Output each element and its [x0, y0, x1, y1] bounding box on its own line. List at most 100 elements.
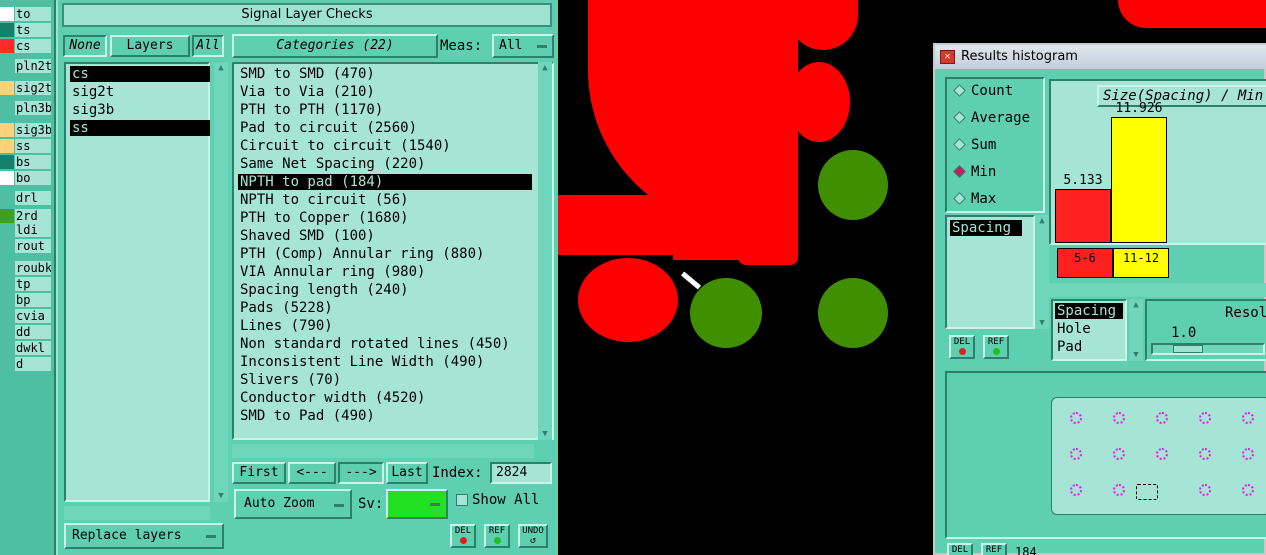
category-item[interactable]: PTH (Comp) Annular ring (880) [238, 246, 532, 262]
category-item[interactable]: Slivers (70) [238, 372, 532, 388]
selected-result-marker[interactable] [1136, 484, 1158, 500]
layer-list-item[interactable]: ss [70, 120, 210, 136]
layer-row-ldi[interactable]: ldi [0, 222, 54, 238]
histogram-bar[interactable] [1055, 188, 1111, 243]
last-button[interactable]: Last [386, 462, 428, 484]
layer-row-drl[interactable]: drl [0, 190, 54, 206]
mode-radio-average[interactable]: Average [953, 110, 1030, 126]
layer-row-cs[interactable]: cs [0, 38, 54, 54]
auto-zoom-dropdown[interactable]: Auto Zoom [234, 489, 352, 519]
mode-radio-sum[interactable]: Sum [953, 137, 996, 153]
category-item[interactable]: Via to Via (210) [238, 84, 532, 100]
category-item[interactable]: VIA Annular ring (980) [238, 264, 532, 280]
result-marker[interactable] [1242, 448, 1254, 460]
layer-row-bp[interactable]: bp [0, 292, 54, 308]
measure-item[interactable]: Spacing [1055, 303, 1123, 319]
category-item[interactable]: NPTH to pad (184) [238, 174, 532, 190]
category-item[interactable]: PTH to Copper (1680) [238, 210, 532, 226]
undo-button[interactable]: UNDO ↺ [518, 524, 548, 548]
show-all-checkbox[interactable] [456, 494, 468, 506]
hist-ref-button[interactable]: REF [983, 335, 1009, 359]
layer-row-cvia[interactable]: cvia [0, 308, 54, 324]
layer-swatch[interactable] [0, 261, 14, 275]
layer-row-bo[interactable]: bo [0, 170, 54, 186]
layer-row-ts[interactable]: ts [0, 22, 54, 38]
layer-row-bs[interactable]: bs [0, 154, 54, 170]
layer-list-item[interactable]: sig2t [70, 84, 210, 100]
categories-button[interactable]: Categories (22) [232, 34, 438, 58]
histogram-chart[interactable]: Size(Spacing) / Min 5.133 11.926 [1049, 79, 1266, 245]
sv-color-dropdown[interactable] [386, 489, 448, 519]
layer-row-to[interactable]: to [0, 6, 54, 22]
histogram-bin-label[interactable]: 11-12 [1113, 248, 1169, 278]
result-marker[interactable] [1070, 412, 1082, 424]
layer-row-dwkl[interactable]: dwkl [0, 340, 54, 356]
category-item[interactable]: Lines (790) [238, 318, 532, 334]
category-item[interactable]: Pad to circuit (2560) [238, 120, 532, 136]
category-item[interactable]: Conductor width (4520) [238, 390, 532, 406]
mode-radio-min[interactable]: Min [953, 164, 996, 180]
layer-swatch[interactable] [0, 309, 14, 323]
category-item[interactable]: NPTH to circuit (56) [238, 192, 532, 208]
categories-hscrollbar[interactable] [232, 444, 534, 458]
result-marker[interactable] [1242, 484, 1254, 496]
layer-swatch[interactable] [0, 155, 14, 169]
result-marker[interactable] [1070, 484, 1082, 496]
result-marker[interactable] [1199, 448, 1211, 460]
category-item[interactable]: SMD to SMD (470) [238, 66, 532, 82]
layer-swatch[interactable] [0, 191, 14, 205]
result-marker[interactable] [1242, 412, 1254, 424]
result-marker[interactable] [1113, 448, 1125, 460]
result-marker[interactable] [1113, 484, 1125, 496]
categories-scrollbar[interactable]: ▲ ▼ [538, 62, 552, 440]
histogram-bar[interactable] [1111, 117, 1167, 243]
layer-swatch[interactable] [0, 23, 14, 37]
layer-swatch[interactable] [0, 123, 14, 137]
result-marker[interactable] [1156, 412, 1168, 424]
layer-row-sig2t[interactable]: sig2t [0, 80, 54, 96]
resolution-slider[interactable] [1151, 343, 1265, 355]
field-list-item[interactable]: Spacing [950, 220, 1022, 236]
meas-dropdown[interactable]: All [492, 34, 554, 58]
layers-scrollbar[interactable]: ▲ ▼ [214, 62, 228, 502]
layer-row-dd[interactable]: dd [0, 324, 54, 340]
layer-swatch[interactable] [0, 357, 14, 371]
result-marker[interactable] [1199, 484, 1211, 496]
layer-swatch[interactable] [0, 277, 14, 291]
category-item[interactable]: Circuit to circuit (1540) [238, 138, 532, 154]
layer-row-sig3b[interactable]: sig3b [0, 122, 54, 138]
category-item[interactable]: Pads (5228) [238, 300, 532, 316]
layer-swatch[interactable] [0, 325, 14, 339]
layer-swatch[interactable] [0, 223, 14, 237]
layer-row-tp[interactable]: tp [0, 276, 54, 292]
preview-canvas[interactable] [1051, 397, 1266, 515]
measure-item[interactable]: Hole [1055, 321, 1123, 337]
layer-swatch[interactable] [0, 341, 14, 355]
field-list-scrollbar[interactable]: ▲ ▼ [1035, 215, 1049, 329]
ref-button[interactable]: REF [484, 524, 510, 548]
category-item[interactable]: Same Net Spacing (220) [238, 156, 532, 172]
layer-swatch[interactable] [0, 171, 14, 185]
category-item[interactable]: PTH to PTH (1170) [238, 102, 532, 118]
first-button[interactable]: First [232, 462, 286, 484]
layer-row-roubk[interactable]: roubk [0, 260, 54, 276]
result-marker[interactable] [1156, 448, 1168, 460]
close-icon[interactable]: ✕ [940, 50, 955, 64]
category-item[interactable]: Non standard rotated lines (450) [238, 336, 532, 352]
hist-del-button-2[interactable]: DEL [947, 543, 973, 555]
layer-swatch[interactable] [0, 139, 14, 153]
result-marker[interactable] [1113, 412, 1125, 424]
layer-row-pln2t[interactable]: pln2t [0, 58, 54, 74]
category-item[interactable]: Inconsistent Line Width (490) [238, 354, 532, 370]
npth-hole[interactable] [818, 278, 888, 348]
layers-button[interactable]: Layers [110, 35, 190, 57]
hist-del-button[interactable]: DEL [949, 335, 975, 359]
layer-swatch[interactable] [0, 39, 14, 53]
preview-panel[interactable] [945, 371, 1266, 539]
replace-layers-dropdown[interactable]: Replace layers [64, 523, 224, 549]
layer-row-d[interactable]: d [0, 356, 54, 372]
index-input[interactable]: 2824 [490, 462, 552, 484]
layers-hscrollbar[interactable] [64, 506, 210, 520]
result-marker[interactable] [1199, 412, 1211, 424]
category-item[interactable]: SMD to Pad (490) [238, 408, 532, 424]
